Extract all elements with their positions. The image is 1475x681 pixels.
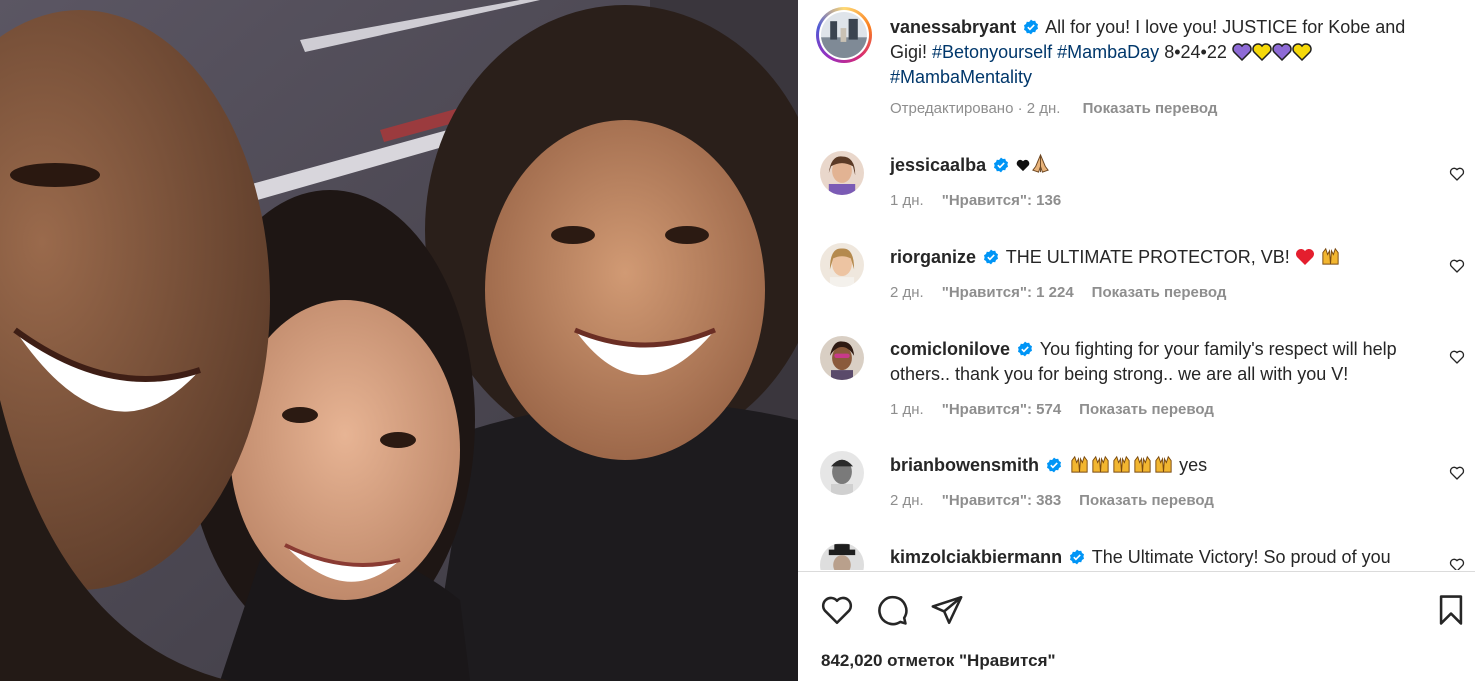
comment-username[interactable]: riorganize (890, 247, 976, 267)
avatar-image (820, 243, 864, 287)
yellow-heart-icon (1292, 43, 1312, 61)
verified-icon (984, 249, 999, 265)
save-icon (1439, 595, 1463, 625)
like-icon (1449, 466, 1465, 480)
verified-icon (1047, 457, 1062, 473)
comment-text: kimzolciakbiermann The Ultimate Victory!… (890, 545, 1391, 570)
comment-avatar[interactable] (820, 151, 864, 195)
post-photo-image (0, 0, 798, 681)
comment-translate-link[interactable]: Показать перевод (1079, 401, 1214, 418)
raising-hands-icon (1134, 455, 1151, 473)
comment-meta: 2 дн. "Нравится": 383 Показать перевод (890, 492, 1214, 509)
caption-text-part1: All for you! I love you! JUSTICE for Kob… (1045, 17, 1406, 37)
comment-meta: 2 дн. "Нравится": 1 224 Показать перевод (890, 284, 1226, 301)
like-icon (1449, 558, 1465, 570)
caption-text-part2: Gigi! (890, 42, 928, 62)
raising-hands-icon (1113, 455, 1130, 473)
verified-icon (1070, 549, 1085, 565)
comment-body-line2: others.. thank you for being strong.. we… (890, 364, 1349, 384)
comment-text: jessicaalba (890, 153, 1051, 178)
comment-like-button[interactable] (1449, 465, 1465, 481)
comment-likes[interactable]: "Нравится": 574 (942, 401, 1061, 418)
verified-icon (1024, 19, 1039, 35)
comment-avatar[interactable] (820, 451, 864, 495)
raising-hands-icon (1322, 247, 1339, 265)
like-icon (1449, 167, 1465, 181)
comment-likes[interactable]: "Нравится": 136 (942, 192, 1061, 209)
avatar-image (820, 543, 864, 570)
comment-like-button[interactable] (1449, 349, 1465, 365)
post-side-panel: vanessabryant All for you! I love you! J… (798, 0, 1475, 681)
raising-hands-icon (1071, 455, 1088, 473)
comment-body: You fighting for your family's respect w… (1039, 339, 1397, 359)
comment-button[interactable] (875, 593, 909, 627)
comment-icon (878, 595, 908, 626)
comment-time: 1 дн. (890, 192, 924, 209)
comment-translate-link[interactable]: Показать перевод (1092, 284, 1227, 301)
verified-icon (994, 157, 1009, 173)
avatar-image (820, 151, 864, 195)
share-icon (931, 595, 963, 625)
comment-likes[interactable]: "Нравится": 1 224 (942, 284, 1074, 301)
comment-time: 1 дн. (890, 401, 924, 418)
comment-avatar[interactable] (820, 243, 864, 287)
share-button[interactable] (930, 593, 964, 627)
comments-list[interactable]: jessicaalba 1 дн. "Нравится": 136 riorgan… (798, 140, 1475, 570)
caption-username[interactable]: vanessabryant (890, 17, 1016, 37)
like-icon (821, 596, 853, 625)
comment-meta: 1 дн. "Нравится": 136 (890, 192, 1061, 209)
like-icon (1449, 350, 1465, 364)
actions-divider (798, 571, 1475, 572)
hashtag-mambaday[interactable]: #MambaDay (1057, 42, 1159, 62)
caption-meta: Отредактировано · 2 дн. Показать перевод (890, 100, 1217, 117)
comment-username[interactable]: brianbowensmith (890, 455, 1039, 475)
caption-text: vanessabryant All for you! I love you! J… (890, 15, 1450, 90)
black-heart-icon (1016, 159, 1030, 172)
comment-body: The Ultimate Victory! So proud of you (1091, 547, 1391, 567)
comment-likes[interactable]: "Нравится": 383 (942, 492, 1061, 509)
comment-like-button[interactable] (1449, 557, 1465, 570)
avatar-image (821, 12, 867, 58)
comment-like-button[interactable] (1449, 166, 1465, 182)
comment-text: comiclonilove You fighting for your fami… (890, 337, 1450, 387)
comment-time: 2 дн. (890, 492, 924, 509)
like-button[interactable] (820, 593, 854, 627)
comment-text: riorganize THE ULTIMATE PROTECTOR, VB! (890, 245, 1341, 270)
verified-icon (1018, 341, 1033, 357)
purple-heart-icon (1272, 43, 1292, 61)
raising-hands-icon (1092, 455, 1109, 473)
caption-author-avatar[interactable] (816, 7, 872, 63)
praying-hands-icon (1032, 153, 1050, 173)
caption-date: 8•24•22 (1164, 42, 1227, 62)
like-icon (1449, 259, 1465, 273)
comment-username[interactable]: comiclonilove (890, 339, 1010, 359)
comment-username[interactable]: kimzolciakbiermann (890, 547, 1062, 567)
avatar-image (820, 336, 864, 380)
comment-meta: 1 дн. "Нравится": 574 Показать перевод (890, 401, 1214, 418)
likes-count[interactable]: 842,020 отметок "Нравится" (821, 651, 1056, 671)
hashtag-betonyourself[interactable]: #Betonyourself (932, 42, 1052, 62)
post-photo[interactable] (0, 0, 798, 681)
comment-body: THE ULTIMATE PROTECTOR, VB! (1005, 247, 1290, 267)
caption-edited-time: Отредактировано · 2 дн. (890, 100, 1061, 117)
raising-hands-icon (1155, 455, 1172, 473)
comment-avatar[interactable] (820, 336, 864, 380)
hashtag-mambamentality[interactable]: #MambaMentality (890, 67, 1032, 87)
caption-translate-link[interactable]: Показать перевод (1083, 100, 1218, 117)
comment-translate-link[interactable]: Показать перевод (1079, 492, 1214, 509)
red-heart-icon (1295, 249, 1314, 265)
purple-heart-icon (1232, 43, 1252, 61)
comment-body: yes (1179, 455, 1208, 475)
avatar-image (820, 451, 864, 495)
yellow-heart-icon (1252, 43, 1272, 61)
comment-avatar[interactable] (820, 543, 864, 570)
save-button[interactable] (1434, 593, 1468, 627)
comment-username[interactable]: jessicaalba (890, 155, 986, 175)
comment-text: brianbowensmith yes (890, 453, 1207, 478)
comment-like-button[interactable] (1449, 258, 1465, 274)
comment-time: 2 дн. (890, 284, 924, 301)
